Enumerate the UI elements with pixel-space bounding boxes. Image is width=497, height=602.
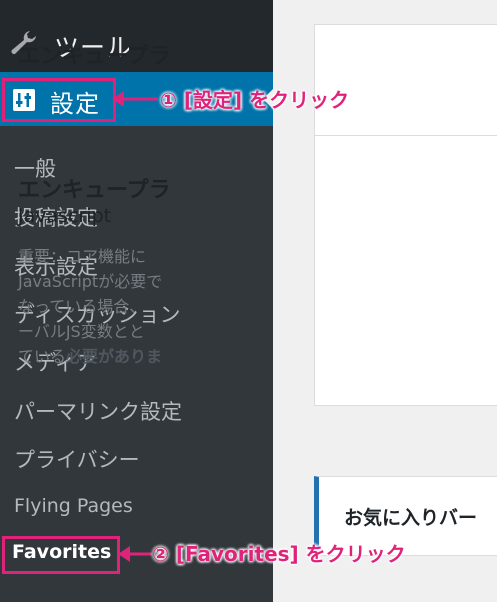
annotation-step2: ② [Favorites] をクリック <box>152 542 406 566</box>
description-line: 重要：コア機能に <box>18 247 147 266</box>
section-subtitle: Javascript <box>18 205 112 227</box>
annotation-step1: ① [設定] をクリック <box>160 88 350 112</box>
arrow-left-icon <box>118 546 152 562</box>
card-title: お気に入りバー <box>344 507 478 529</box>
description-line: なっている場合、 <box>18 297 146 316</box>
section-title: エンキュープラ <box>18 178 171 203</box>
description-line: ーバルJS変数とと <box>18 322 145 341</box>
submenu-item-favorites[interactable]: Favorites <box>12 541 111 563</box>
submenu-item-flying-pages[interactable]: Flying Pages <box>14 495 133 517</box>
submenu-item-permalinks[interactable]: パーマリンク設定 <box>14 396 182 426</box>
card-title: エンキュープラ <box>18 44 171 69</box>
card-divider <box>315 135 497 136</box>
description-line: JavaScriptが必要で <box>18 272 163 291</box>
highlight-box-settings <box>2 78 116 122</box>
arrow-left-icon <box>112 91 158 107</box>
settings-card <box>314 24 497 406</box>
description-line: ている必要がありま <box>18 347 163 366</box>
screenshot: ツール 設定 一般 投稿設定 表示設定 ディスカッション メディア パーマリンク… <box>0 0 497 602</box>
submenu-item-privacy[interactable]: プライバシー <box>14 444 140 474</box>
bold-emphasis: 必要がありま <box>66 347 163 366</box>
